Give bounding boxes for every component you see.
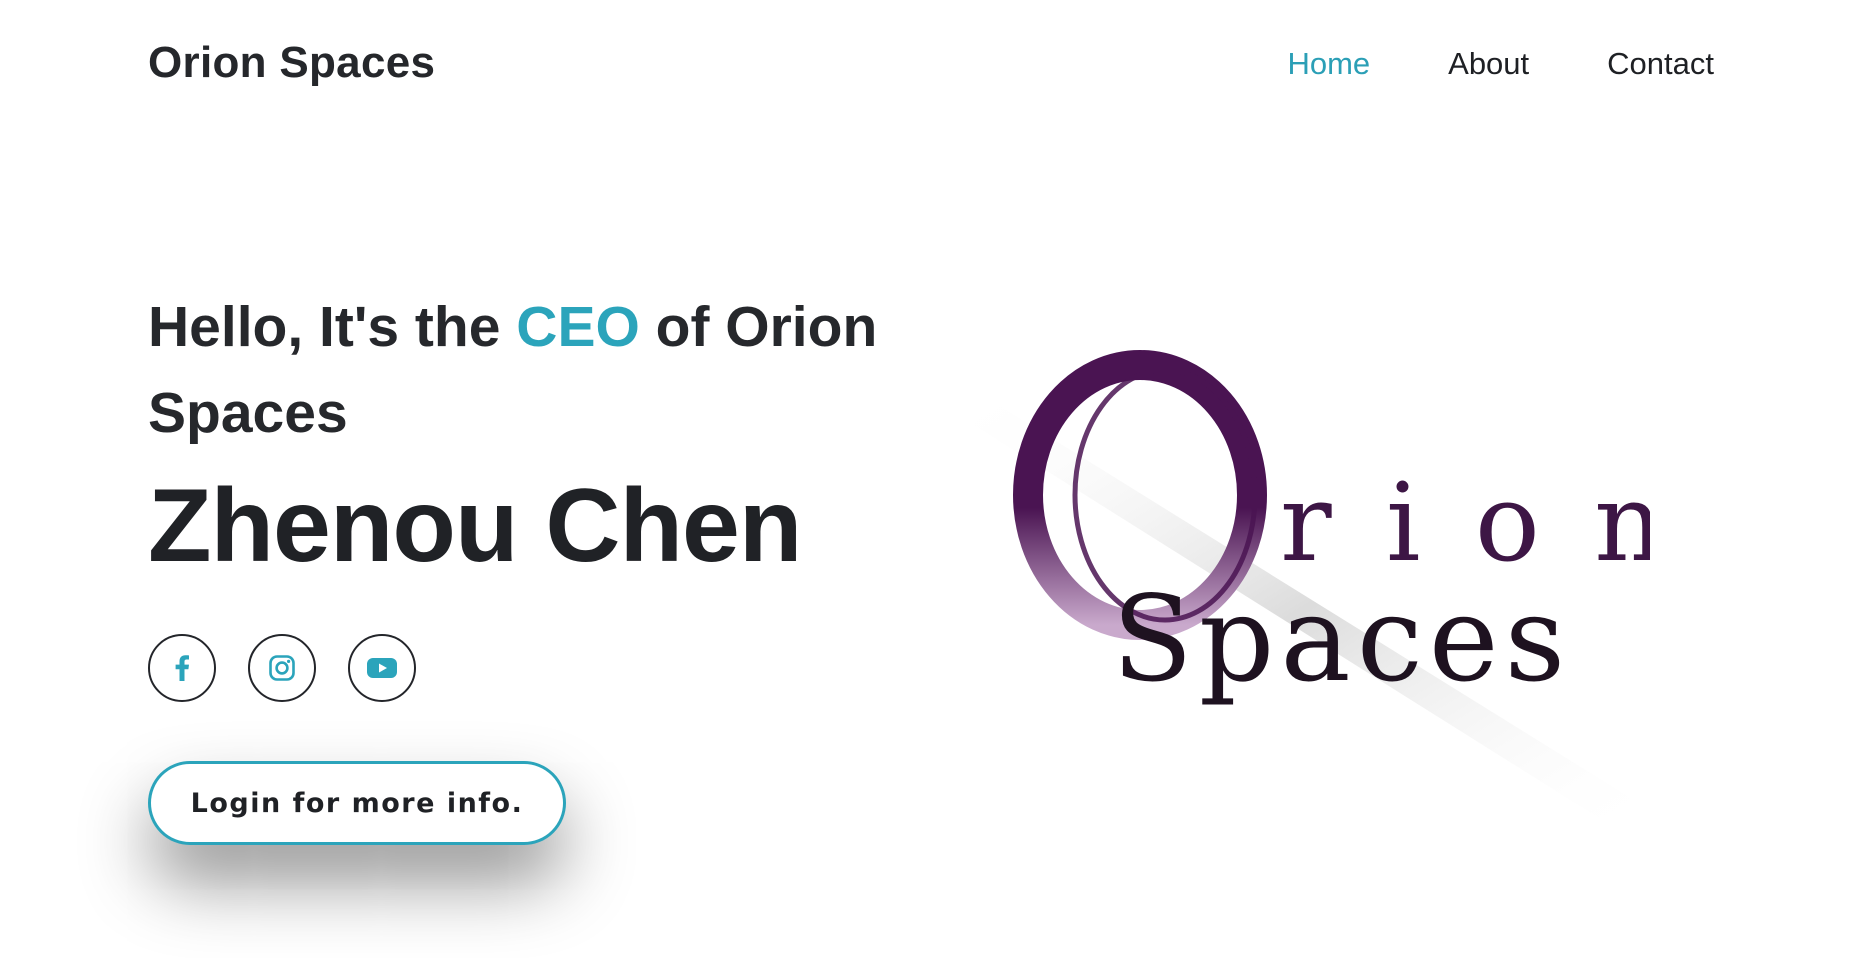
nav-home-link[interactable]: Home [1287,46,1370,82]
hero-headline: Hello, It's the CEO of Orion Spaces [148,284,968,456]
main-nav: Home About Contact [1287,46,1714,82]
login-button[interactable]: Login for more info. [148,761,566,845]
brand-logo-text[interactable]: Orion Spaces [148,38,435,88]
nav-contact-link[interactable]: Contact [1607,46,1714,82]
logo-line2: Spaces [1112,570,1571,708]
orion-spaces-logo: r i o n Spaces [950,330,1664,850]
social-links [148,634,416,702]
headline-accent: CEO [516,295,640,359]
page: Orion Spaces Home About Contact Hello, I… [0,0,1854,958]
nav-about-link[interactable]: About [1448,46,1529,82]
headline-prefix: Hello, It's the [148,295,517,359]
instagram-icon[interactable] [248,634,316,702]
facebook-icon[interactable] [148,634,216,702]
logo-graphic: r i o n Spaces [950,350,1664,825]
youtube-icon[interactable] [348,634,416,702]
logo-line1: r i o n [1280,461,1650,586]
hero-section: Hello, It's the CEO of Orion Spaces Zhen… [148,284,968,586]
ceo-name: Zhenou Chen [148,468,802,584]
